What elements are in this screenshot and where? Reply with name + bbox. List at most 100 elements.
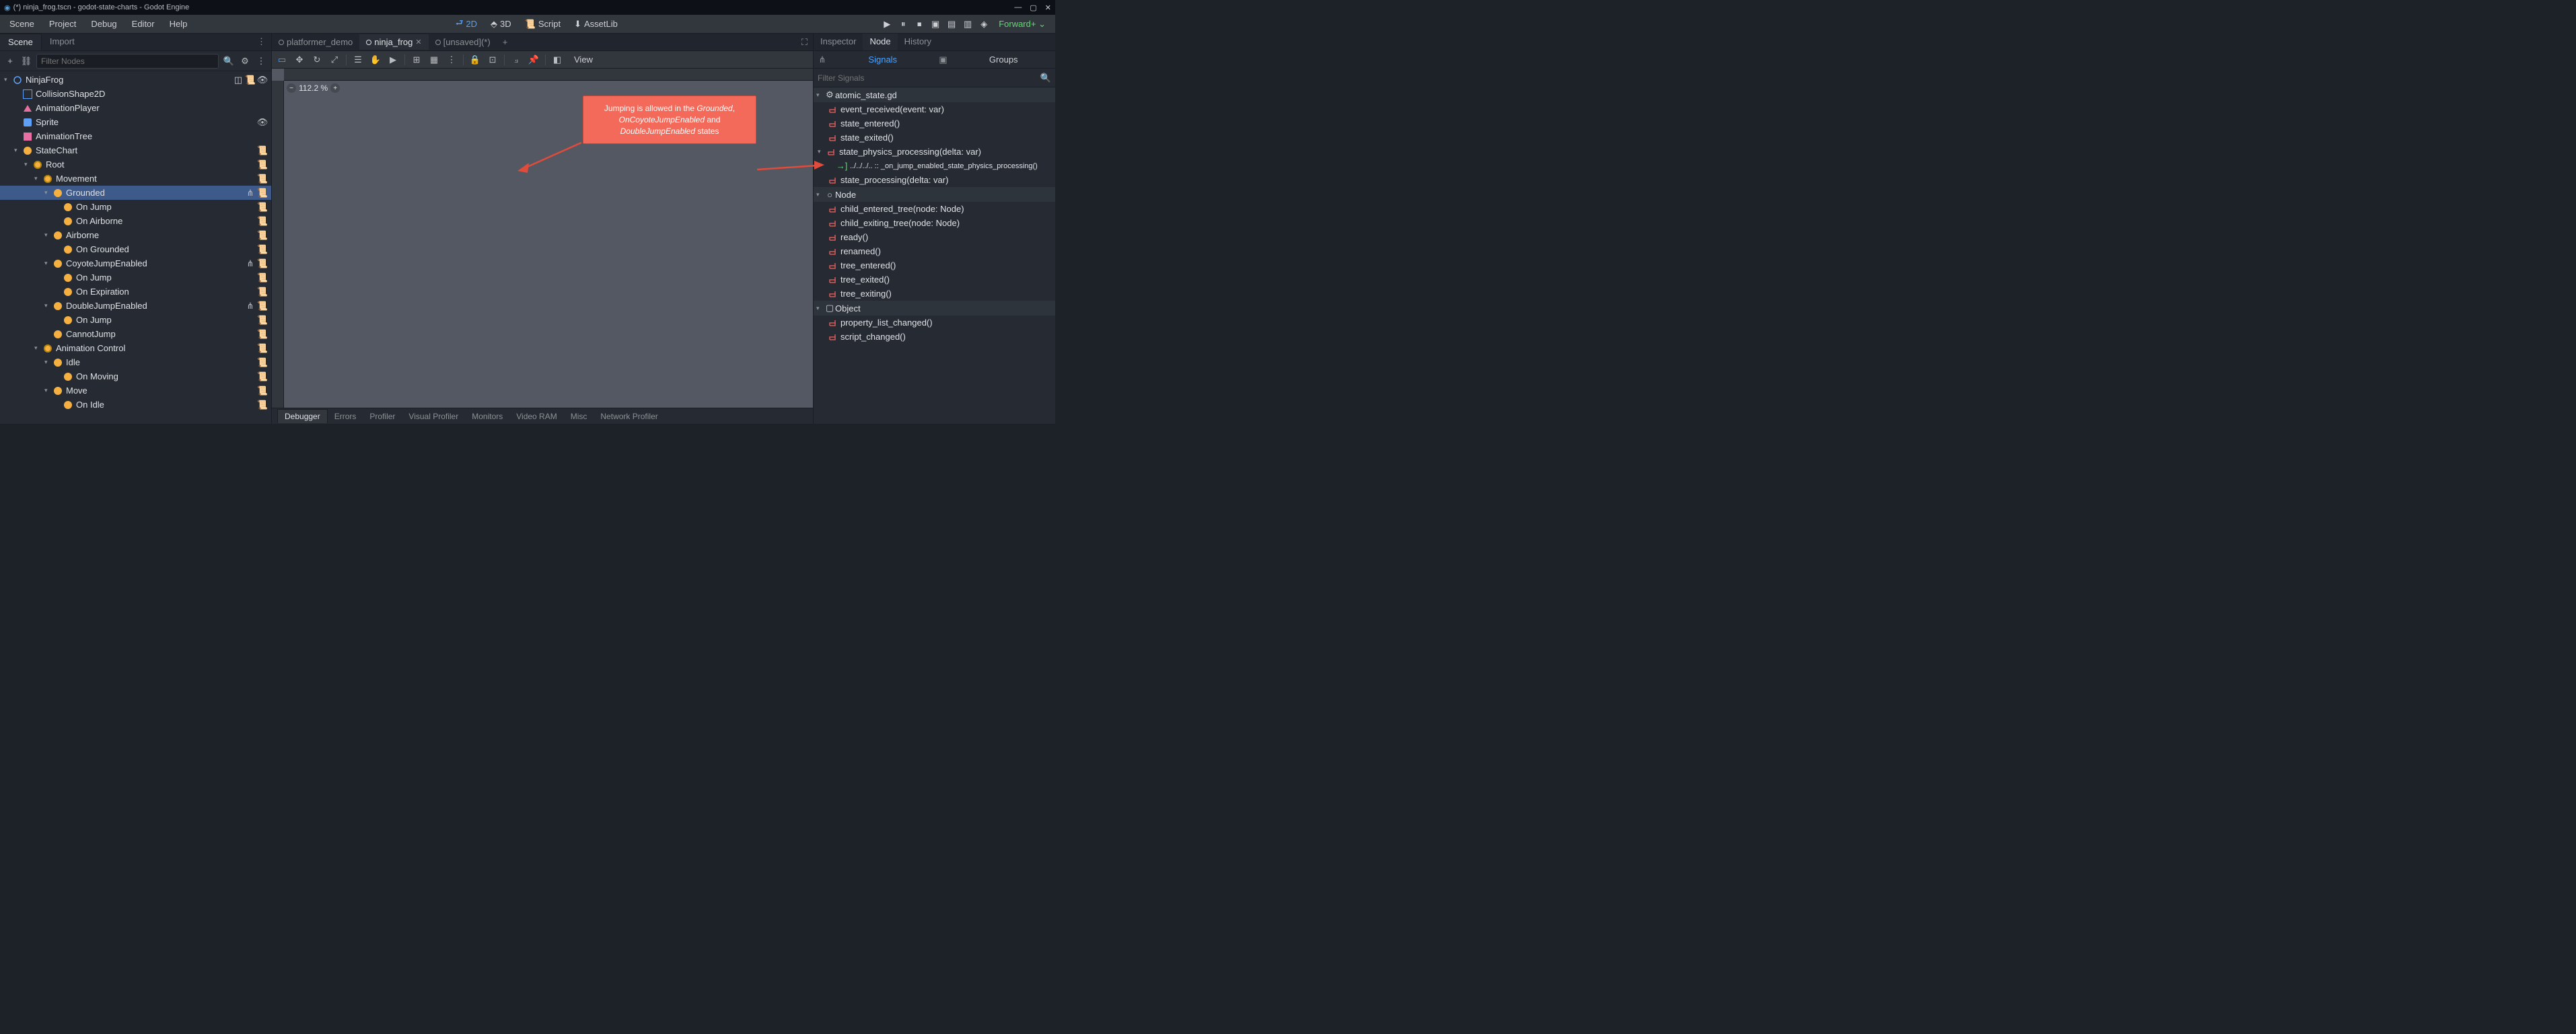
anim-icon[interactable]: ◧ — [551, 54, 563, 66]
signal-item[interactable]: state_exited() — [814, 131, 1055, 145]
signal-connected-icon[interactable]: ⋔ — [246, 259, 255, 268]
script-icon[interactable]: 📜 — [258, 188, 267, 198]
dock-tab-scene[interactable]: Scene — [0, 34, 42, 50]
play-scene-icon[interactable]: ▣ — [930, 19, 941, 30]
expand-icon[interactable]: ▾ — [816, 305, 824, 312]
search-icon[interactable]: 🔍 — [223, 55, 235, 67]
signal-item[interactable]: state_processing(delta: var) — [814, 173, 1055, 187]
tree-node[interactable]: ▾Idle📜 — [0, 355, 271, 369]
snap-options-icon[interactable]: ⋮ — [445, 54, 458, 66]
pan-tool-icon[interactable]: ✋ — [369, 54, 382, 66]
play-icon[interactable]: ▶ — [882, 19, 892, 30]
workspace-3d[interactable]: ⬘ 3D — [485, 16, 517, 32]
ruler-tool-icon[interactable]: ▶ — [387, 54, 399, 66]
signal-item[interactable]: renamed() — [814, 244, 1055, 258]
search-icon[interactable]: 🔍 — [1040, 73, 1051, 83]
tree-node[interactable]: On Expiration📜 — [0, 285, 271, 299]
script-icon[interactable]: 📜 — [258, 344, 267, 353]
rotate-tool-icon[interactable]: ↻ — [311, 54, 323, 66]
add-tab-icon[interactable]: + — [497, 34, 513, 50]
tree-node[interactable]: AnimationTree — [0, 129, 271, 143]
script-icon[interactable]: 📜 — [258, 301, 267, 311]
tree-node[interactable]: ▾StateChart📜 — [0, 143, 271, 157]
menu-scene[interactable]: Scene — [5, 16, 38, 32]
scene-tab[interactable]: platformer_demo — [272, 34, 359, 50]
pin-icon[interactable]: 📌 — [528, 54, 540, 66]
tree-node[interactable]: CollisionShape2D — [0, 87, 271, 101]
script-icon[interactable]: 📜 — [258, 245, 267, 254]
add-node-icon[interactable]: + — [4, 55, 16, 67]
signal-item[interactable]: ▾state_physics_processing(delta: var) — [814, 145, 1055, 159]
script-icon[interactable]: 📜 — [258, 273, 267, 283]
scale-tool-icon[interactable]: ⤢ — [328, 54, 341, 66]
play-custom-icon[interactable]: ▥ — [962, 19, 973, 30]
tree-node[interactable]: CannotJump📜 — [0, 327, 271, 341]
expand-icon[interactable]: ▾ — [14, 147, 22, 154]
bottom-tab-network-profiler[interactable]: Network Profiler — [594, 410, 664, 423]
expand-icon[interactable]: ▾ — [44, 189, 52, 196]
tree-node[interactable]: On Moving📜 — [0, 369, 271, 383]
signal-connection[interactable]: →]../../../.. :: _on_jump_enabled_state_… — [814, 159, 1055, 173]
maximize-button[interactable]: ▢ — [1030, 3, 1036, 12]
signal-item[interactable]: property_list_changed() — [814, 316, 1055, 330]
grid-icon[interactable]: ▦ — [428, 54, 440, 66]
tree-node[interactable]: ▾Move📜 — [0, 383, 271, 398]
tree-node[interactable]: On Jump📜 — [0, 313, 271, 327]
bottom-tab-profiler[interactable]: Profiler — [363, 410, 402, 423]
menu-help[interactable]: Help — [166, 16, 192, 32]
expand-icon[interactable]: ▾ — [34, 175, 42, 182]
script-icon[interactable]: 📜 — [258, 372, 267, 381]
signal-item[interactable]: script_changed() — [814, 330, 1055, 344]
zoom-out-icon[interactable]: − — [287, 83, 296, 93]
visibility-icon[interactable]: 👁 — [258, 75, 267, 85]
dock-tab-node[interactable]: Node — [863, 34, 897, 50]
lock-icon[interactable]: 🔒 — [469, 54, 481, 66]
minimize-button[interactable]: — — [1014, 3, 1022, 11]
pause-icon[interactable]: ⏸ — [898, 19, 908, 30]
bottom-tab-visual-profiler[interactable]: Visual Profiler — [402, 410, 465, 423]
script-icon[interactable]: 📜 — [258, 146, 267, 155]
zoom-level[interactable]: 112.2 % — [299, 83, 328, 93]
signals-tab[interactable]: Signals — [831, 52, 935, 67]
expand-icon[interactable]: ▾ — [44, 387, 52, 394]
bottom-tab-debugger[interactable]: Debugger — [277, 409, 328, 423]
script-icon[interactable]: 📜 — [246, 75, 255, 85]
bone-icon[interactable]: ⟓ — [510, 54, 522, 66]
script-icon[interactable]: 📜 — [258, 386, 267, 396]
tree-node[interactable]: On Airborne📜 — [0, 214, 271, 228]
signal-section[interactable]: ▾○Node — [814, 187, 1055, 202]
menu-editor[interactable]: Editor — [128, 16, 159, 32]
bottom-tab-errors[interactable]: Errors — [328, 410, 363, 423]
signal-section[interactable]: ▾▢Object — [814, 301, 1055, 316]
signal-item[interactable]: tree_exited() — [814, 272, 1055, 287]
tree-node[interactable]: AnimationPlayer — [0, 101, 271, 115]
tree-node[interactable]: ▾Root📜 — [0, 157, 271, 172]
expand-icon[interactable]: ▾ — [816, 191, 824, 198]
signal-connected-icon[interactable]: ⋔ — [246, 188, 255, 198]
tree-node[interactable]: On Jump📜 — [0, 270, 271, 285]
signal-item[interactable]: child_exiting_tree(node: Node) — [814, 216, 1055, 230]
tree-node[interactable]: ▾NinjaFrog◫📜👁 — [0, 73, 271, 87]
instance-icon[interactable]: ◫ — [234, 75, 243, 85]
tree-node[interactable]: ▾Airborne📜 — [0, 228, 271, 242]
dock-tab-history[interactable]: History — [898, 34, 938, 50]
workspace-2d[interactable]: ⮐ 2D — [450, 14, 482, 34]
select-tool-icon[interactable]: ▭ — [276, 54, 288, 66]
script-icon[interactable]: 📜 — [258, 160, 267, 170]
tree-node[interactable]: ▾Movement📜 — [0, 172, 271, 186]
tree-node[interactable]: On Jump📜 — [0, 200, 271, 214]
signal-item[interactable]: child_entered_tree(node: Node) — [814, 202, 1055, 216]
close-tab-icon[interactable]: ✕ — [415, 38, 421, 46]
groups-tab[interactable]: Groups — [952, 52, 1056, 67]
tree-node[interactable]: On Grounded📜 — [0, 242, 271, 256]
close-button[interactable]: ✕ — [1045, 3, 1051, 12]
filter-signals-input[interactable] — [818, 73, 1040, 83]
dock-tab-import[interactable]: Import — [42, 34, 83, 50]
expand-icon[interactable]: ▾ — [24, 161, 32, 168]
signal-item[interactable]: tree_exiting() — [814, 287, 1055, 301]
stop-icon[interactable]: ⏹ — [914, 19, 925, 30]
view-menu[interactable]: View — [569, 53, 598, 66]
signal-item[interactable]: tree_entered() — [814, 258, 1055, 272]
script-icon[interactable]: 📜 — [258, 400, 267, 410]
expand-icon[interactable]: ▾ — [44, 260, 52, 267]
